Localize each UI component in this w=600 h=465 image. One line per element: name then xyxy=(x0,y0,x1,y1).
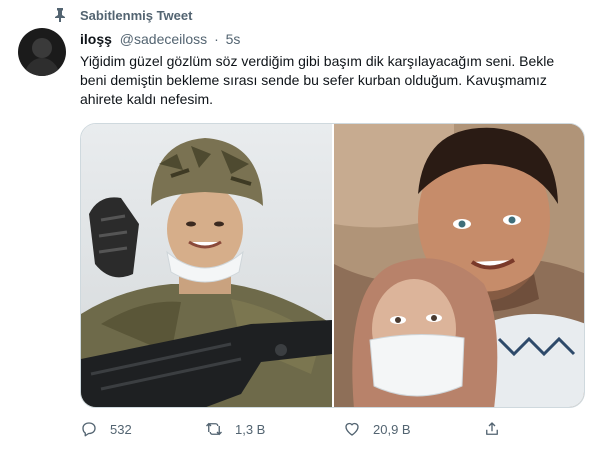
retweet-count: 1,3 B xyxy=(235,421,266,437)
separator-dot: · xyxy=(214,31,219,47)
tweet-timestamp[interactable]: 5s xyxy=(226,31,241,47)
retweet-button[interactable]: 1,3 B xyxy=(205,420,343,438)
reply-icon xyxy=(80,420,98,438)
share-icon xyxy=(483,420,501,438)
couple-photo[interactable] xyxy=(334,124,584,407)
soldier-photo[interactable] xyxy=(81,124,332,407)
like-button[interactable]: 20,9 B xyxy=(343,420,483,438)
reply-button[interactable]: 532 xyxy=(80,420,205,438)
tweet-header: iloşş @sadeceiloss · 5s xyxy=(80,30,240,48)
author-handle[interactable]: @sadeceiloss xyxy=(120,31,207,47)
pinned-label: Sabitlenmiş Tweet xyxy=(80,7,193,23)
share-button[interactable] xyxy=(483,420,501,438)
like-count: 20,9 B xyxy=(373,421,411,437)
tweet-text: Yiğidim güzel gözlüm söz verdiğim gibi b… xyxy=(80,53,555,107)
author-display-name[interactable]: iloşş xyxy=(80,31,112,47)
tweet-media[interactable] xyxy=(80,123,585,408)
pin-icon xyxy=(54,8,66,22)
pinned-tweet-row: Sabitlenmiş Tweet xyxy=(54,6,192,24)
avatar[interactable] xyxy=(18,28,66,76)
retweet-icon xyxy=(205,420,223,438)
tweet-actions: 532 1,3 B 20,9 B xyxy=(80,420,520,438)
reply-count: 532 xyxy=(110,421,132,437)
heart-icon xyxy=(343,420,361,438)
